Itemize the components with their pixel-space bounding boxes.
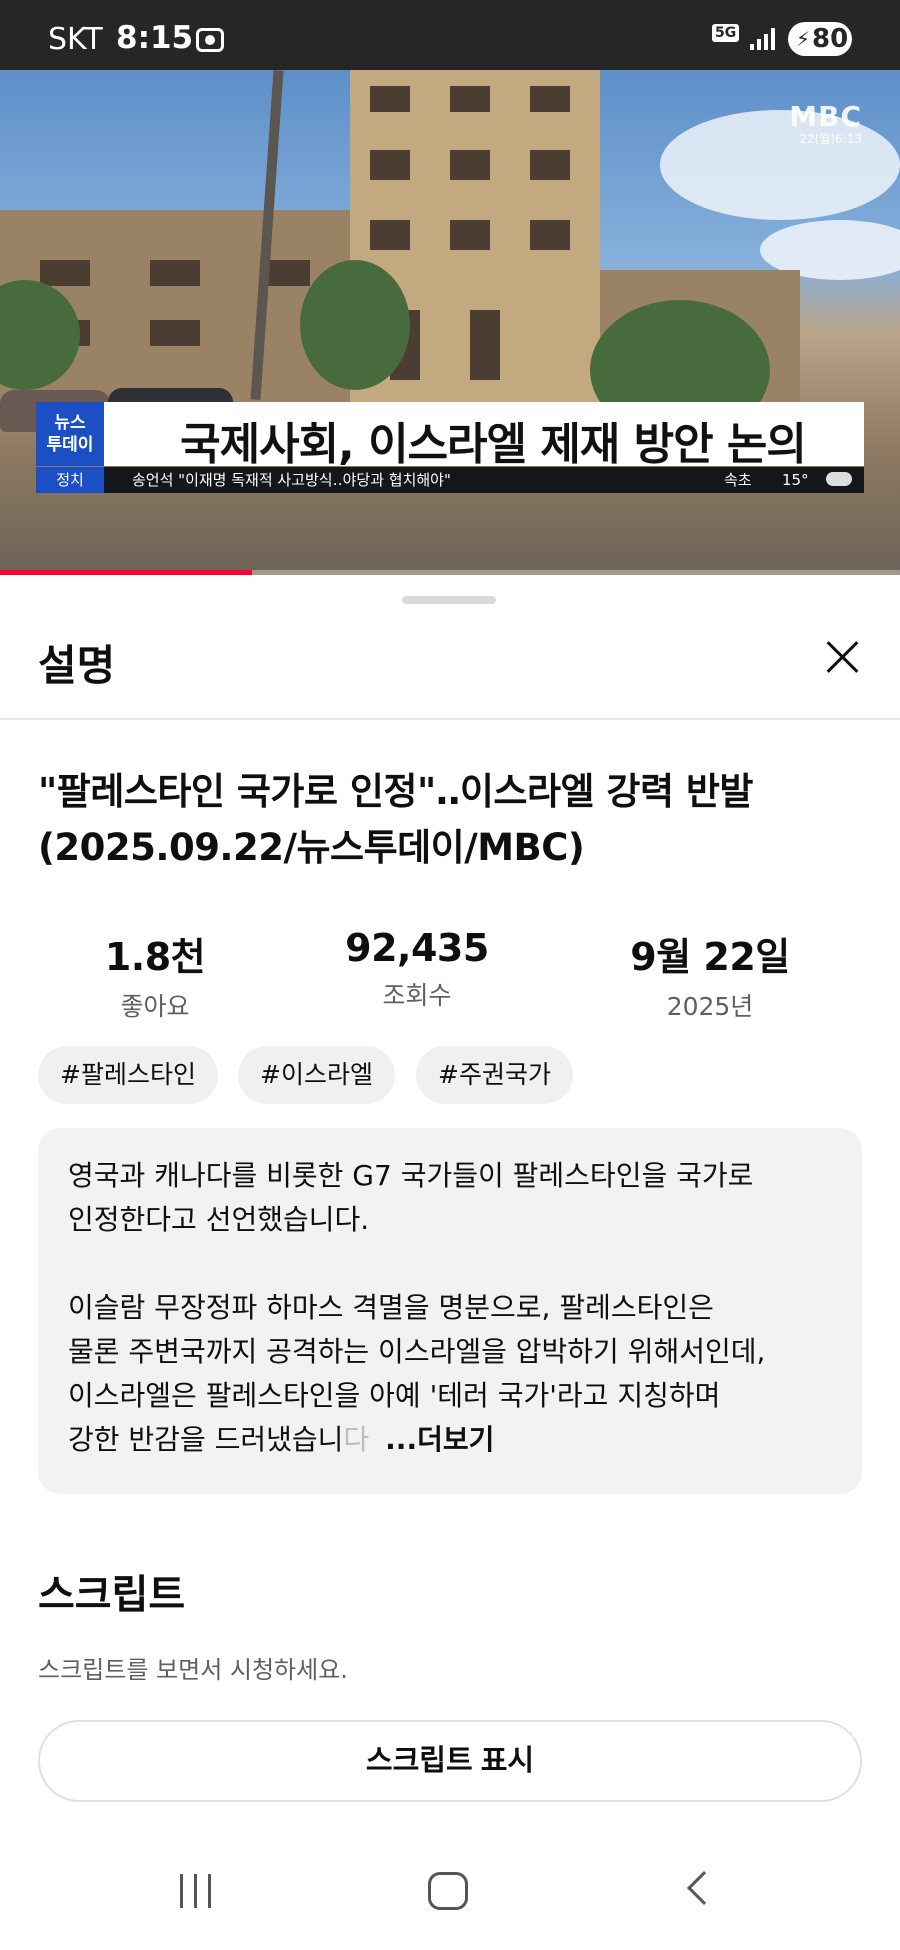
network-type: 5G [712,24,740,42]
sky-cloud [660,110,900,220]
description-line: 강한 반감을 드러냈습니다 ...더보기 [68,1418,832,1462]
program-logo-line2: 투데이 [46,435,94,455]
charging-icon: ⚡ [796,27,811,51]
close-icon[interactable] [820,634,866,680]
video-progress-fill [0,570,252,575]
home-icon[interactable] [428,1872,468,1910]
building-window [150,260,200,286]
building-window [150,320,200,346]
clock: 8:15 [116,20,194,56]
battery-level: 80 [812,24,849,54]
carrier-label: SKT [48,22,103,57]
news-caption: 뉴스 투데이 국제사회, 이스라엘 제재 방안 논의 [36,402,864,470]
show-more-link[interactable]: ...더보기 [385,1423,494,1456]
battery-indicator: ⚡ 80 [788,22,852,56]
ticker-location: 속초 [724,471,752,489]
signal-icon [750,28,778,50]
transcript-hint: 스크립트를 보면서 시청하세요. [38,1656,348,1684]
date-stat: 9월 22일 2025년 [590,926,830,1023]
description-line: 이슬람 무장정파 하마스 격멸을 명분으로, 팔레스타인은 [68,1291,714,1324]
building-window [40,260,90,286]
recent-apps-icon[interactable] [178,1874,214,1908]
likes-count: 1.8천 [104,935,206,979]
transcript-title: 스크립트 [38,1572,186,1618]
upload-date: 9월 22일 [630,935,790,979]
views-count: 92,435 [345,926,489,970]
description-line: 물론 주변국까지 공격하는 이스라엘을 압박하기 위해서인데, [68,1335,766,1368]
description-line: 인정한다고 선언했습니다. [68,1203,370,1236]
status-bar: SKT 8:15 5G ⚡ 80 [0,0,900,70]
news-ticker: 정치 송언석 "이재명 독재적 사고방식‥야당과 협치해야" 속초 15° [36,467,864,493]
likes-stat: 1.8천 좋아요 [35,926,275,1023]
sheet-title: 설명 [38,641,116,690]
hashtag-chip[interactable]: #주권국가 [416,1046,573,1104]
video-progress-bar[interactable] [0,570,900,575]
description-sheet: 설명 "팔레스타인 국가로 인정"‥이스라엘 강력 반발 (2025.09.22… [0,578,900,1950]
channel-logo: MBC [789,100,862,133]
video-player[interactable]: MBC 22(월)6:13 뉴스 투데이 국제사회, 이스라엘 제재 방안 논의… [0,70,900,575]
likes-label: 좋아요 [120,992,190,1021]
ticker-category: 정치 [36,467,104,493]
description-text: 강한 반감을 드러냈습니 [68,1423,344,1456]
caption-headline: 국제사회, 이스라엘 제재 방안 논의 [180,419,807,470]
ticker-temperature: 15° [782,471,809,489]
hashtag-chip[interactable]: #팔레스타인 [38,1046,218,1104]
divider [0,718,900,720]
video-title: "팔레스타인 국가로 인정"‥이스라엘 강력 반발 (2025.09.22/뉴스… [38,770,753,869]
description-line: 이스라엘은 팔레스타인을 아예 '테러 국가'라고 지칭하며 [68,1379,721,1412]
sheet-drag-handle[interactable] [402,596,496,604]
ticker-text: 송언석 "이재명 독재적 사고방식‥야당과 협치해야" [132,471,451,489]
hashtag-chip[interactable]: #이스라엘 [238,1046,395,1104]
program-logo-line1: 뉴스 [54,413,86,433]
screen-recorder-icon [196,28,224,52]
show-transcript-button[interactable]: 스크립트 표시 [38,1720,862,1802]
system-nav-bar [0,1830,900,1950]
back-icon[interactable] [687,1871,721,1905]
upload-year: 2025년 [666,992,754,1021]
cloud-icon [826,472,852,486]
program-logo: 뉴스 투데이 [36,402,104,466]
views-label: 조회수 [382,981,452,1010]
broadcast-time: 22(월)6:13 [799,132,862,146]
description-line: 영국과 캐나다를 비롯한 G7 국가들이 팔레스타인을 국가로 [68,1159,754,1192]
views-stat: 92,435 조회수 [297,926,537,1012]
description-box[interactable]: 영국과 캐나다를 비롯한 G7 국가들이 팔레스타인을 국가로 인정한다고 선언… [38,1128,862,1494]
tree [300,260,410,390]
description-fade-text: 다 [343,1423,370,1456]
